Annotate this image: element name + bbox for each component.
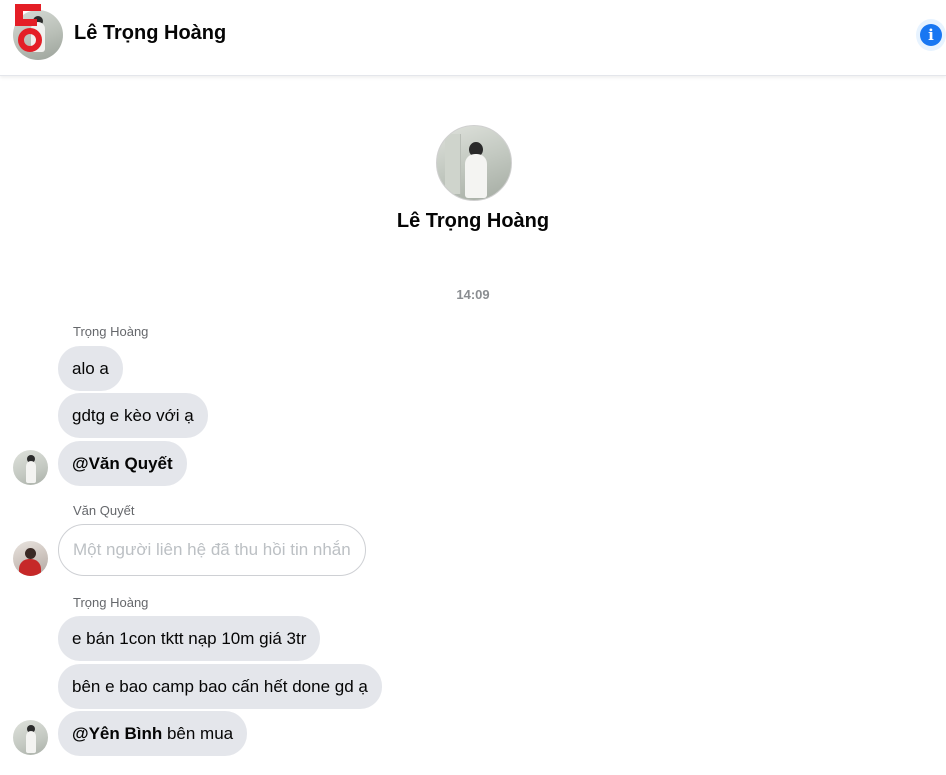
info-icon: i	[920, 24, 942, 46]
message-text: bên e bao camp bao cấn hết done gd ạ	[72, 677, 368, 696]
avatar-figure	[26, 461, 36, 483]
sender-name: Trọng Hoàng	[73, 324, 149, 339]
message-bubble[interactable]: e bán 1con tktt nạp 10m giá 3tr	[58, 616, 321, 661]
mention[interactable]: @Yên Bình	[72, 724, 162, 743]
profile-avatar[interactable]	[436, 125, 512, 201]
avatar-figure	[19, 559, 41, 576]
message-text: gdtg e kèo với ạ	[72, 406, 194, 425]
red-logo-icon	[15, 4, 42, 52]
mention[interactable]: @Văn Quyết	[72, 454, 173, 473]
sender-name: Văn Quyết	[73, 503, 135, 518]
message-bubble[interactable]: gdtg e kèo với ạ	[58, 393, 208, 438]
message-bubble[interactable]: bên e bao camp bao cấn hết done gd ạ	[58, 664, 382, 709]
sender-avatar[interactable]	[13, 541, 48, 576]
avatar-head	[25, 548, 36, 559]
message-bubble[interactable]: alo a	[58, 346, 123, 391]
message-bubble[interactable]: @Văn Quyết	[58, 441, 187, 486]
message-text: Một người liên hệ đã thu hồi tin nhắn	[73, 540, 351, 559]
removed-message-bubble[interactable]: Một người liên hệ đã thu hồi tin nhắn	[58, 524, 366, 576]
message-text: bên mua	[162, 724, 234, 743]
timestamp: 14:09	[456, 287, 490, 302]
sender-avatar[interactable]	[13, 720, 48, 755]
info-button[interactable]: i	[916, 19, 946, 51]
avatar-background-door	[445, 134, 461, 194]
chat-header: Lê Trọng Hoàng i	[0, 0, 946, 76]
message-text: alo a	[72, 359, 109, 378]
message-text: e bán 1con tktt nạp 10m giá 3tr	[72, 629, 307, 648]
header-title[interactable]: Lê Trọng Hoàng	[74, 22, 226, 45]
profile-name: Lê Trọng Hoàng	[396, 210, 550, 232]
avatar-figure	[26, 731, 36, 753]
avatar-figure	[465, 154, 487, 198]
sender-avatar[interactable]	[13, 450, 48, 485]
message-bubble[interactable]: @Yên Bình bên mua	[58, 711, 248, 756]
sender-name: Trọng Hoàng	[73, 595, 149, 610]
